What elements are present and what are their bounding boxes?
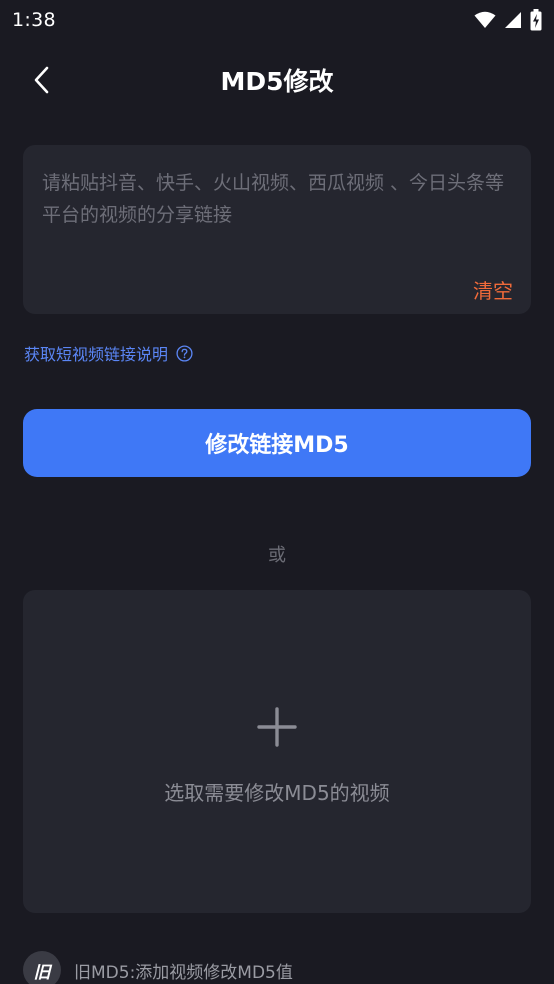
old-md5-note: 旧 旧MD5:添加视频修改MD5值 <box>23 950 293 984</box>
or-divider-label: 或 <box>268 545 286 566</box>
modify-link-md5-button[interactable]: 修改链接MD5 <box>23 409 531 477</box>
wifi-icon <box>474 11 496 28</box>
old-md5-note-text: 旧MD5:添加视频修改MD5值 <box>74 962 293 983</box>
share-link-input[interactable] <box>42 167 512 277</box>
status-bar: 1:38 <box>0 0 554 40</box>
old-badge: 旧 <box>23 951 61 984</box>
plus-icon <box>257 707 297 747</box>
header: MD5修改 <box>0 48 554 112</box>
clear-button[interactable]: 清空 <box>473 275 513 304</box>
select-video-area[interactable]: 选取需要修改MD5的视频 <box>23 590 531 913</box>
help-link[interactable]: 获取短视频链接说明 <box>24 340 193 366</box>
page-title: MD5修改 <box>220 67 334 96</box>
link-input-card: 清空 <box>23 145 531 314</box>
status-time: 1:38 <box>12 9 56 31</box>
cellular-signal-icon <box>505 12 521 28</box>
md5-edit-screen: 1:38 MD5修改 清空 获取短视频链接说明 <box>0 0 554 984</box>
help-link-label: 获取短视频链接说明 <box>24 345 169 364</box>
status-icons <box>474 9 542 31</box>
select-video-label: 选取需要修改MD5的视频 <box>164 781 390 805</box>
battery-charging-icon <box>530 9 542 31</box>
question-circle-icon <box>176 344 193 362</box>
